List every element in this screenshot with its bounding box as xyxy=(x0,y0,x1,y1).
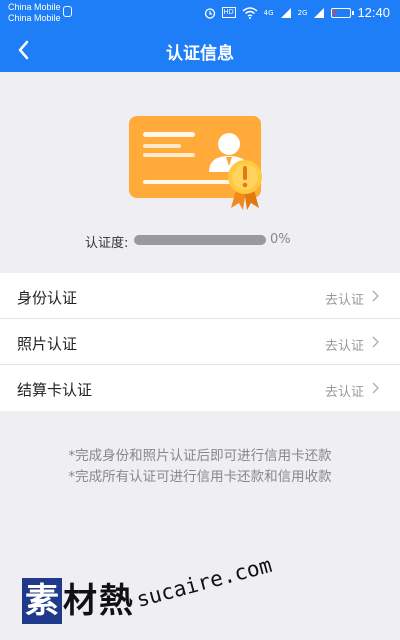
carrier-line-1: China Mobile xyxy=(8,2,61,12)
status-icons: HD 4G 2G 12:40 xyxy=(204,5,390,20)
wifi-icon xyxy=(242,6,258,19)
watermark-logo: 素 材 熱 xyxy=(22,576,140,626)
note-line: *完成所有认证可进行信用卡还款和信用收款 xyxy=(68,469,332,485)
certification-list: 身份认证 去认证 照片认证 去认证 结算卡认证 去认证 xyxy=(0,273,400,411)
battery-level xyxy=(333,9,336,15)
list-item-identity-certification[interactable]: 身份认证 去认证 xyxy=(0,273,400,319)
chevron-right-icon xyxy=(372,290,379,302)
carrier-line-2: China Mobile xyxy=(8,13,61,23)
network-4g-label: 4G xyxy=(263,8,274,17)
hd-badge: HD xyxy=(221,7,236,18)
status-bar: China Mobile China Mobile HD 4G 2G 12:40 xyxy=(0,0,400,28)
signal-icon xyxy=(280,7,291,18)
list-item-photo-certification[interactable]: 照片认证 去认证 xyxy=(0,319,400,365)
go-certify-link[interactable]: 去认证 xyxy=(325,289,364,308)
list-item-settlement-card-certification[interactable]: 结算卡认证 去认证 xyxy=(0,365,400,411)
progress-percent: 0% xyxy=(270,232,291,247)
sim-icon xyxy=(63,6,72,17)
id-card-certificate-icon xyxy=(129,116,262,210)
progress-label: 认证度: xyxy=(85,236,129,251)
network-2g-label: 2G xyxy=(297,8,308,17)
chevron-right-icon xyxy=(372,336,379,348)
list-item-label: 身份认证 xyxy=(17,289,78,307)
list-item-label: 照片认证 xyxy=(17,335,78,353)
battery-icon xyxy=(331,7,355,18)
watermark-char: 材 xyxy=(63,581,97,621)
go-certify-link[interactable]: 去认证 xyxy=(325,381,364,400)
watermark-url: sucaire.com xyxy=(133,552,275,612)
certification-notes: *完成身份和照片认证后即可进行信用卡还款 *完成所有认证可进行信用卡还款和信用收… xyxy=(0,446,400,488)
progress-bar xyxy=(134,235,266,245)
go-certify-link[interactable]: 去认证 xyxy=(325,335,364,354)
list-item-label: 结算卡认证 xyxy=(17,381,93,399)
chevron-right-icon xyxy=(372,382,379,394)
nav-bar: 认证信息 xyxy=(0,28,400,72)
watermark-char: 熱 xyxy=(99,581,133,621)
carrier-info: China Mobile China Mobile xyxy=(8,2,61,24)
watermark-char: 素 xyxy=(25,581,59,621)
clock-time: 12:40 xyxy=(357,5,390,20)
certification-progress: 认证度: 0% xyxy=(0,230,400,251)
page-title: 认证信息 xyxy=(166,44,234,64)
alarm-icon xyxy=(204,7,215,19)
signal-icon-2 xyxy=(314,7,325,18)
note-line: *完成身份和照片认证后即可进行信用卡还款 xyxy=(68,448,332,464)
